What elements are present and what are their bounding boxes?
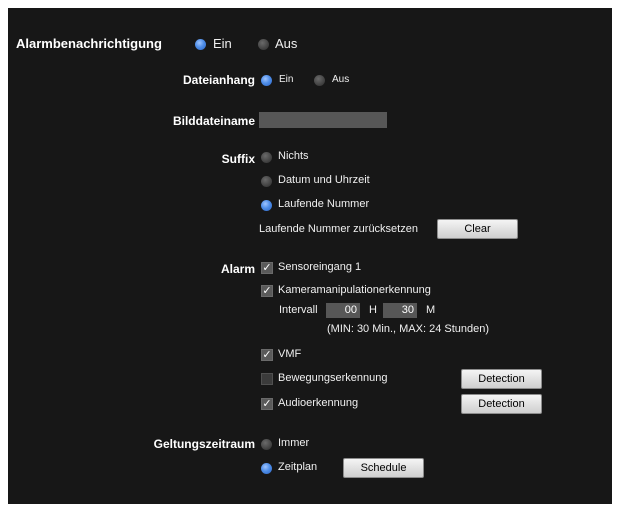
attachment-off-label: Aus xyxy=(332,74,350,85)
motion-detection-button[interactable]: Detection xyxy=(461,369,542,389)
suffix-sequence-label: Laufende Nummer xyxy=(278,198,370,210)
validity-schedule-label: Zeitplan xyxy=(278,461,318,473)
clear-button[interactable]: Clear xyxy=(437,219,518,239)
image-filename-label: Bilddateiname xyxy=(172,114,255,128)
attachment-on-radio[interactable] xyxy=(261,75,272,86)
alarm-settings-panel: Alarmbenachrichtigung Ein Aus Dateianhan… xyxy=(8,8,612,504)
alarm-notification-on-label: Ein xyxy=(213,36,232,51)
camera-tamper-label: Kameramanipulationerkennung xyxy=(278,284,431,296)
attachment-off-radio[interactable] xyxy=(314,75,325,86)
alarm-notification-off-label: Aus xyxy=(275,36,298,51)
image-filename-input[interactable] xyxy=(259,112,387,128)
interval-minutes-input[interactable]: 30 xyxy=(383,303,417,318)
alarm-label: Alarm xyxy=(220,262,255,276)
validity-always-radio[interactable] xyxy=(261,439,272,450)
sensor-input-checkbox[interactable]: ✓ xyxy=(261,262,273,274)
camera-tamper-checkbox[interactable]: ✓ xyxy=(261,285,273,297)
audio-detection-label: Audioerkennung xyxy=(278,397,359,409)
interval-hours-input[interactable]: 00 xyxy=(326,303,360,318)
audio-detection-button[interactable]: Detection xyxy=(461,394,542,414)
alarm-notification-off-radio[interactable] xyxy=(258,39,269,50)
interval-label: Intervall xyxy=(279,304,318,316)
motion-detection-label: Bewegungserkennung xyxy=(278,372,388,384)
suffix-label: Suffix xyxy=(221,152,255,166)
suffix-datetime-label: Datum und Uhrzeit xyxy=(278,174,370,186)
interval-hours-unit: H xyxy=(369,304,377,316)
suffix-none-radio[interactable] xyxy=(261,152,272,163)
audio-detection-checkbox[interactable]: ✓ xyxy=(261,398,273,410)
interval-minutes-unit: M xyxy=(426,304,436,316)
interval-note: (MIN: 30 Min., MAX: 24 Stunden) xyxy=(327,323,490,335)
vmf-label: VMF xyxy=(278,348,302,360)
suffix-none-label: Nichts xyxy=(278,150,309,162)
suffix-datetime-radio[interactable] xyxy=(261,176,272,187)
sensor-input-label: Sensoreingang 1 xyxy=(278,261,362,273)
validity-schedule-radio[interactable] xyxy=(261,463,272,474)
schedule-button[interactable]: Schedule xyxy=(343,458,424,478)
validity-always-label: Immer xyxy=(278,437,310,449)
attachment-label: Dateianhang xyxy=(182,73,255,87)
alarm-notification-on-radio[interactable] xyxy=(195,39,206,50)
alarm-notification-label: Alarmbenachrichtigung xyxy=(16,36,162,51)
vmf-checkbox[interactable]: ✓ xyxy=(261,349,273,361)
suffix-sequence-radio[interactable] xyxy=(261,200,272,211)
motion-detection-checkbox[interactable] xyxy=(261,373,273,385)
reset-sequence-label: Laufende Nummer zurücksetzen xyxy=(259,223,418,235)
validity-label: Geltungszeitraum xyxy=(153,437,255,451)
attachment-on-label: Ein xyxy=(279,74,294,85)
